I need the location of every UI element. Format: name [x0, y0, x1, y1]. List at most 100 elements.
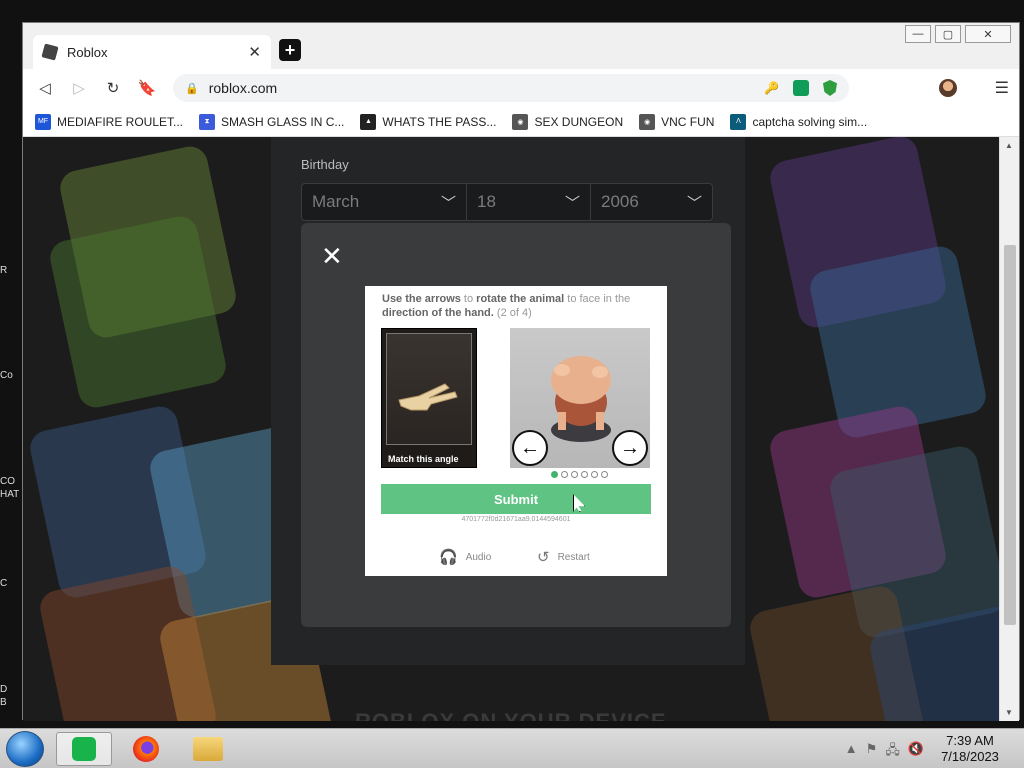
forward-button[interactable]: ▷ [67, 76, 91, 100]
progress-dots [551, 471, 608, 478]
browser-menu-icon[interactable]: ☰ [995, 78, 1009, 98]
system-tray: ▲ ⚑ 🖧 🔇 [845, 741, 924, 763]
close-window-button[interactable]: ✕ [965, 25, 1011, 43]
chevron-down-icon: ﹀ [564, 194, 580, 212]
tab-roblox[interactable]: Roblox ✕ [33, 35, 271, 69]
progress-dot [551, 471, 558, 478]
bookmark-label: WHATS THE PASS... [382, 114, 497, 129]
progress-dot [591, 471, 598, 478]
vnc-icon: ◉ [512, 113, 529, 130]
bookmark-item[interactable]: ▲ WHATS THE PASS... [360, 113, 497, 130]
green-app-icon [72, 737, 96, 761]
rotate-right-button[interactable]: → [612, 430, 648, 466]
progress-dot [601, 471, 608, 478]
bookmark-icon[interactable]: 🔖 [135, 76, 159, 100]
birthday-selectors: March ﹀ 18 ﹀ 2006 ﹀ [301, 183, 713, 221]
captcha-challenge: Use the arrows to rotate the animal to f… [365, 286, 667, 576]
start-button[interactable] [6, 731, 44, 767]
new-tab-button[interactable]: + [279, 39, 301, 61]
animal-figure-icon [551, 356, 611, 442]
desktop-label-fragment: C [0, 578, 8, 589]
close-icon[interactable]: ✕ [321, 243, 343, 269]
bookmark-label: VNC FUN [661, 114, 715, 129]
hourglass-icon: ⧗ [199, 113, 216, 130]
extension-green-icon[interactable] [793, 80, 809, 96]
bookmark-label: SEX DUNGEON [534, 114, 624, 129]
rotatable-animal-image: ← → [510, 328, 650, 468]
minimize-button[interactable]: — [905, 25, 931, 43]
day-value: 18 [477, 192, 496, 211]
desktop-label-fragment: CO [0, 476, 15, 487]
vertical-scrollbar[interactable]: ▲ ▼ [999, 137, 1019, 721]
flag-icon[interactable]: ⚑ [866, 741, 878, 763]
desktop-label-fragment: B [0, 697, 7, 708]
bookmarks-bar: MF MEDIAFIRE ROULET... ⧗ SMASH GLASS IN … [23, 107, 1019, 137]
bookmark-label: MEDIAFIRE ROULET... [57, 114, 184, 129]
restart-button[interactable]: ↺ Restart [537, 548, 590, 566]
back-button[interactable]: ◁ [33, 76, 57, 100]
network-icon[interactable]: 🖧 [885, 741, 900, 763]
submit-button[interactable]: Submit [381, 484, 651, 514]
taskbar-app-explorer[interactable] [180, 732, 236, 766]
lock-icon: 🔒 [185, 82, 199, 95]
audio-button[interactable]: 🎧 Audio [439, 548, 491, 566]
scroll-down-icon[interactable]: ▼ [1005, 708, 1013, 717]
browser-toolbar: ◁ ▷ ↻ 🔖 🔒 roblox.com 🔑 ☰ [23, 69, 1019, 107]
bookmark-item[interactable]: Λ captcha solving sim... [730, 113, 868, 130]
taskbar-app-firefox[interactable] [118, 732, 174, 766]
folder-icon [193, 737, 223, 761]
desktop-label-fragment: HAT [0, 489, 20, 500]
firefox-icon [133, 736, 159, 762]
bookmark-label: captcha solving sim... [752, 114, 868, 129]
hand-pointing-icon [398, 383, 458, 411]
page-content: Birthday March ﹀ 18 ﹀ 2006 ﹀ ROBLOX ON Y… [23, 137, 999, 721]
birthday-month-select[interactable]: March ﹀ [302, 184, 467, 220]
desktop-label-fragment: Co [0, 370, 13, 381]
desktop-label-fragment: R [0, 265, 8, 276]
audio-label: Audio [465, 551, 492, 563]
chevron-down-icon: ﹀ [686, 194, 702, 212]
clock-time: 7:39 AM [946, 733, 994, 748]
vnc-icon: ◉ [639, 113, 656, 130]
tab-title: Roblox [67, 44, 108, 60]
title-bar: Roblox ✕ + — ▢ ✕ [23, 23, 1019, 69]
taskbar-app-notes[interactable] [56, 732, 112, 766]
progress-dot [571, 471, 578, 478]
restart-label: Restart [557, 551, 590, 563]
rotate-left-button[interactable]: ← [512, 430, 548, 466]
scrollbar-thumb[interactable] [1004, 245, 1016, 625]
volume-icon[interactable]: 🔇 [908, 741, 924, 763]
maximize-button[interactable]: ▢ [935, 25, 961, 43]
year-value: 2006 [601, 192, 639, 211]
month-value: March [312, 192, 360, 211]
reload-button[interactable]: ↻ [101, 76, 125, 100]
birthday-day-select[interactable]: 18 ﹀ [467, 184, 591, 220]
progress-dot [581, 471, 588, 478]
profile-avatar[interactable] [938, 79, 957, 97]
birthday-year-select[interactable]: 2006 ﹀ [591, 184, 712, 220]
site-icon: ▲ [360, 113, 377, 130]
bottom-caption: ROBLOX ON YOUR DEVICE [355, 709, 667, 721]
bookmark-item[interactable]: ⧗ SMASH GLASS IN C... [199, 113, 344, 130]
desktop-label-fragment: D [0, 684, 8, 695]
mediafire-icon: MF [35, 113, 51, 130]
scroll-up-icon[interactable]: ▲ [1005, 141, 1013, 150]
browser-window: Roblox ✕ + — ▢ ✕ ◁ ▷ ↻ 🔖 🔒 roblox.com 🔑 … [22, 22, 1020, 721]
bookmark-item[interactable]: MF MEDIAFIRE ROULET... [35, 113, 184, 130]
key-icon[interactable]: 🔑 [764, 81, 779, 95]
show-hidden-icons-icon[interactable]: ▲ [845, 741, 858, 763]
extension-shield-icon[interactable] [823, 80, 837, 96]
address-bar[interactable]: 🔒 roblox.com 🔑 [173, 74, 849, 102]
captcha-instruction: Use the arrows to rotate the animal to f… [382, 293, 631, 319]
letter-a-icon: Λ [730, 113, 747, 130]
restart-icon: ↺ [537, 549, 550, 566]
reference-caption: Match this angle [388, 454, 459, 464]
url-text[interactable]: roblox.com [209, 80, 750, 96]
reference-image: Match this angle [381, 328, 477, 468]
birthday-label: Birthday [301, 157, 349, 172]
clock[interactable]: 7:39 AM 7/18/2023 [932, 733, 1008, 765]
bookmark-item[interactable]: ◉ SEX DUNGEON [512, 113, 624, 130]
close-tab-icon[interactable]: ✕ [248, 43, 261, 61]
bookmark-item[interactable]: ◉ VNC FUN [639, 113, 715, 130]
taskbar: ▲ ⚑ 🖧 🔇 7:39 AM 7/18/2023 [0, 728, 1024, 768]
